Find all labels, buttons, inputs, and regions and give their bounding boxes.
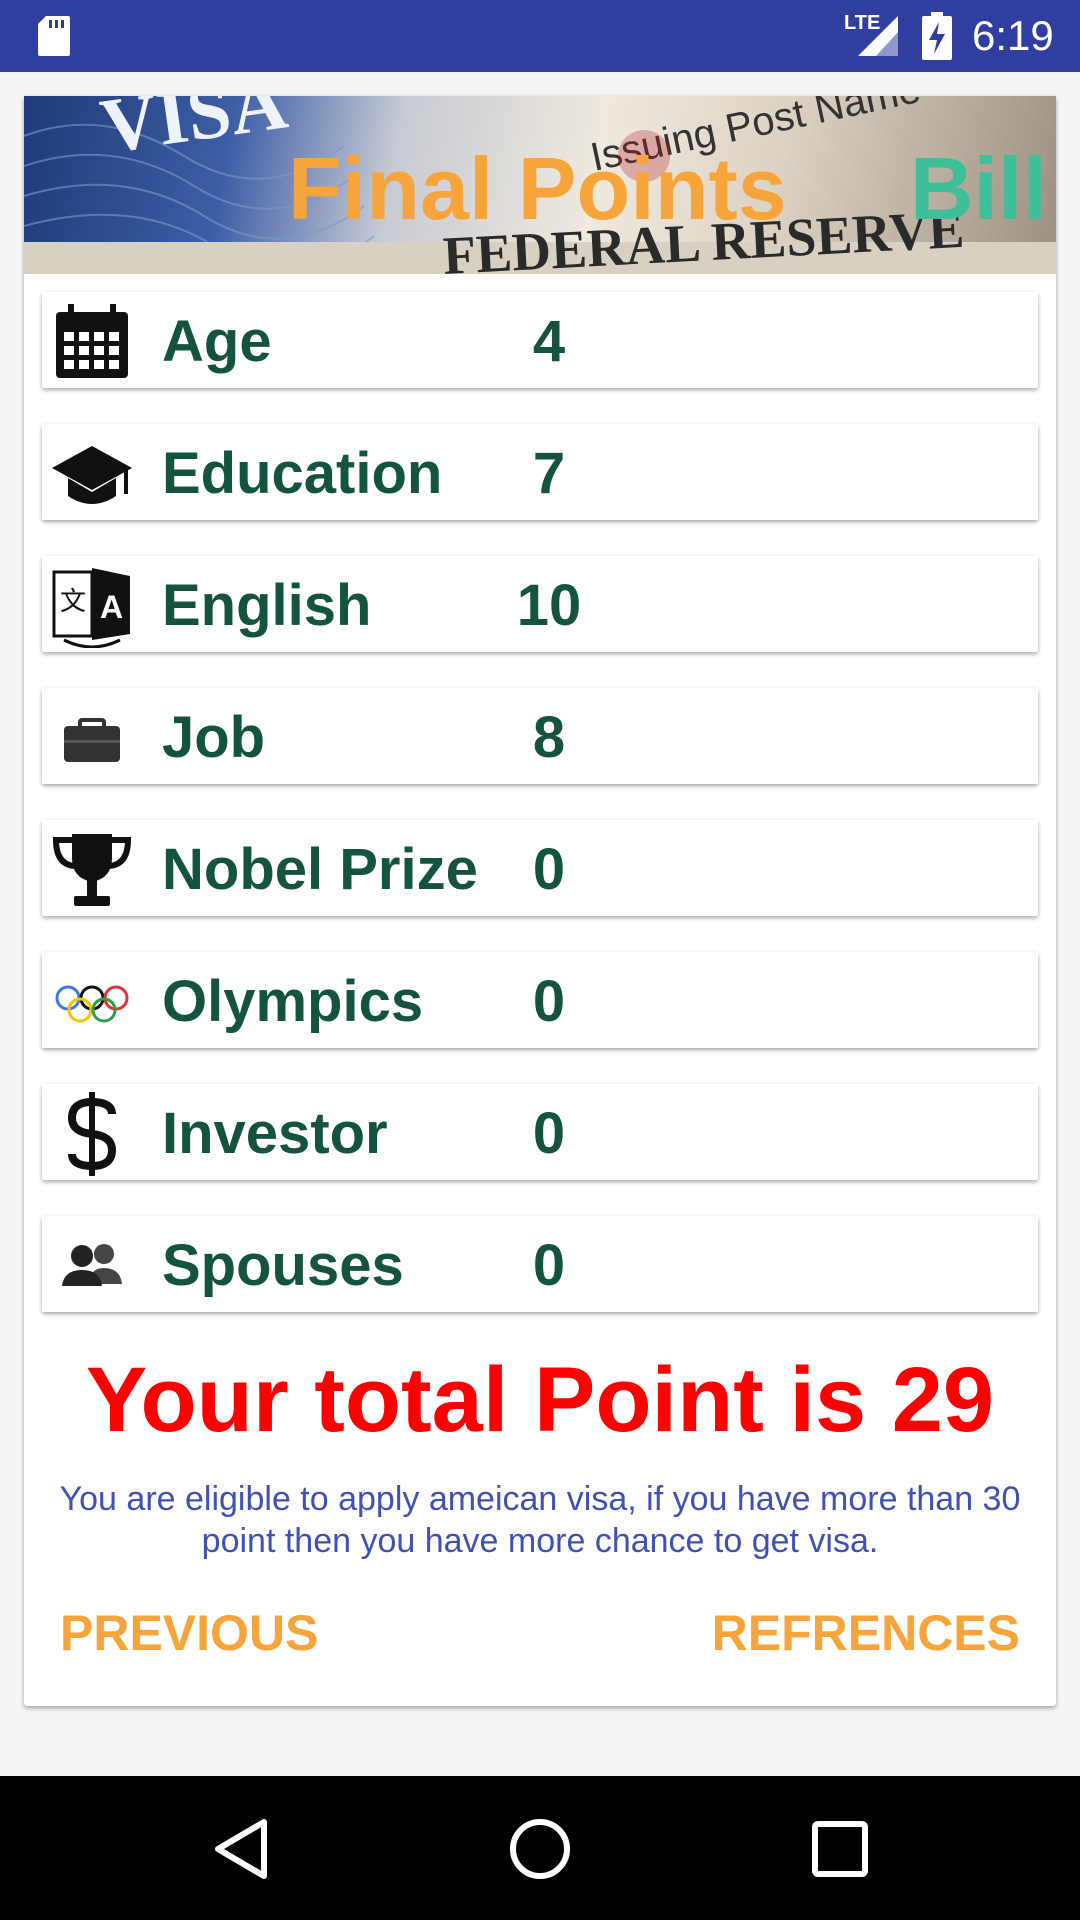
points-row-english: 文 A English 10	[42, 556, 1038, 652]
eligibility-note: You are eligible to apply ameican visa, …	[59, 1480, 1021, 1560]
translate-icon: 文 A	[50, 564, 134, 648]
briefcase-icon	[50, 696, 134, 780]
points-row-investor: Investor 0	[42, 1084, 1038, 1180]
row-label: Age	[162, 309, 272, 374]
calendar-icon	[50, 300, 134, 384]
home-icon[interactable]	[505, 1814, 575, 1884]
row-label: Education	[162, 441, 443, 506]
points-row-nobel-prize: Nobel Prize 0	[42, 820, 1038, 916]
row-value: 0	[532, 1101, 566, 1166]
points-row-spouses: Spouses 0	[42, 1216, 1038, 1312]
signal-icon	[858, 16, 898, 56]
banner-visa-text: VISA	[95, 96, 292, 170]
recents-icon[interactable]	[805, 1814, 875, 1884]
dollar-icon	[50, 1092, 134, 1176]
sd-card-icon	[38, 16, 70, 56]
trophy-icon	[50, 828, 134, 912]
page-title: Final Points	[288, 139, 787, 238]
user-name: Bill	[910, 139, 1047, 238]
total-points: Your total Point is 29	[85, 1349, 995, 1451]
row-label: Job	[162, 705, 266, 770]
row-label: English	[162, 573, 372, 638]
olympic-rings-icon	[50, 960, 134, 1044]
points-row-job: Job 8	[42, 688, 1038, 784]
svg-text:A: A	[100, 589, 123, 625]
row-value: 7	[532, 441, 566, 506]
navigation-bar	[0, 1776, 1080, 1920]
people-icon	[50, 1224, 134, 1308]
row-value: 0	[532, 1233, 566, 1298]
row-value: 0	[532, 969, 566, 1034]
row-label: Nobel Prize	[162, 837, 478, 902]
row-label: Investor	[162, 1101, 388, 1166]
row-value: 8	[532, 705, 566, 770]
previous-button[interactable]: PREVIOUS	[60, 1604, 318, 1662]
clock: 6:19	[972, 12, 1054, 59]
row-value: 4	[532, 309, 566, 374]
row-value: 10	[516, 573, 582, 638]
points-row-age: Age 4	[42, 292, 1038, 388]
row-value: 0	[532, 837, 566, 902]
status-bar: LTE 6:19	[0, 0, 1080, 72]
points-card: VISA Issuing Post Name FEDERAL RESERVE F…	[24, 96, 1056, 1706]
points-row-education: Education 7	[42, 424, 1038, 520]
back-icon[interactable]	[206, 1814, 276, 1884]
svg-text:文: 文	[60, 587, 86, 617]
battery-charging-icon	[922, 12, 952, 60]
row-label: Spouses	[162, 1233, 404, 1298]
banner: VISA Issuing Post Name FEDERAL RESERVE F…	[24, 96, 1056, 274]
row-label: Olympics	[162, 969, 424, 1034]
graduation-cap-icon	[50, 432, 134, 516]
points-row-olympics: Olympics 0	[42, 952, 1038, 1048]
references-button[interactable]: REFRENCES	[712, 1604, 1020, 1662]
